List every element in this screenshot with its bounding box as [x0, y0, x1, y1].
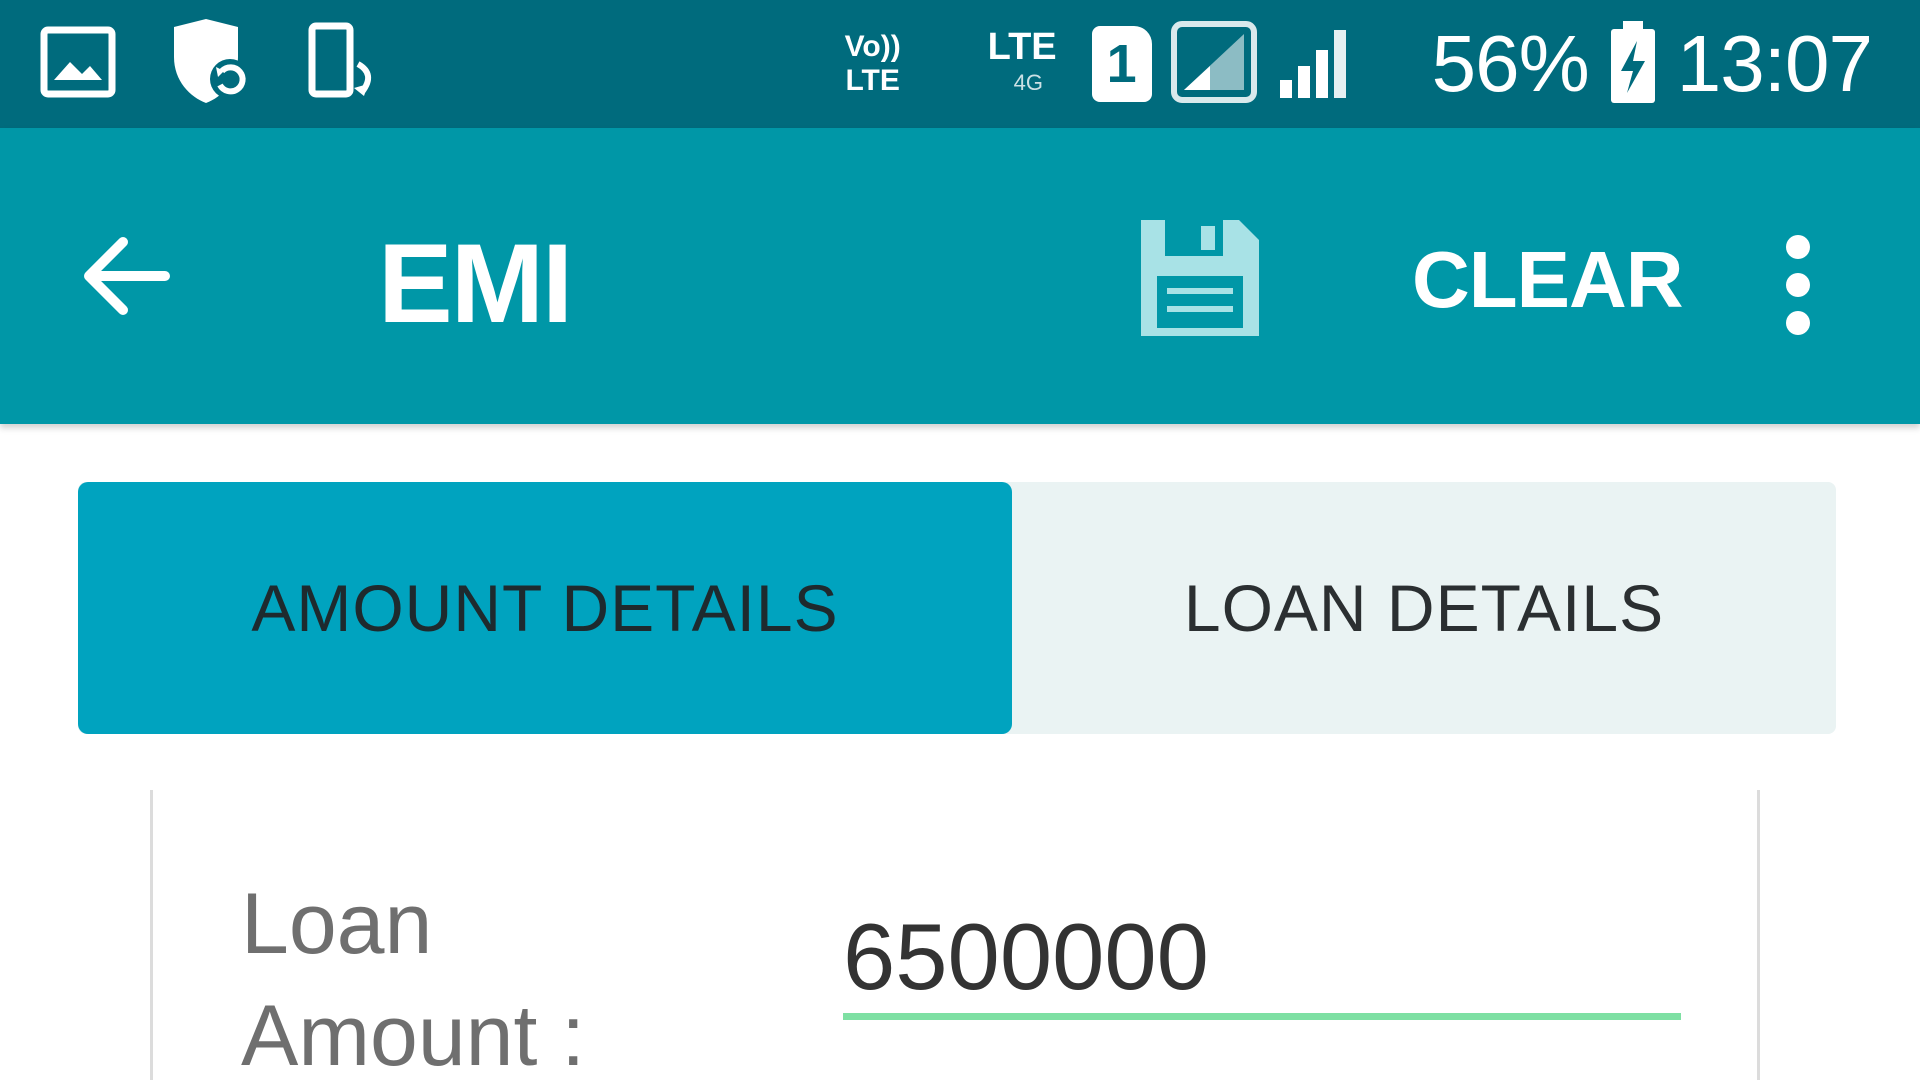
- app-bar: EMI CLEAR: [0, 128, 1920, 424]
- arrow-left-icon: [77, 228, 173, 329]
- shield-icon: [166, 17, 256, 112]
- more-vertical-icon: [1786, 235, 1810, 259]
- loan-amount-label: Loan Amount :: [241, 876, 586, 1084]
- tab-loan-details[interactable]: LOAN DETAILS: [1012, 482, 1836, 734]
- volte-lte-label: LTE: [845, 64, 900, 97]
- lte-label: LTE: [987, 26, 1057, 68]
- volte-label: Vo)): [844, 30, 901, 63]
- save-button[interactable]: [1130, 210, 1270, 350]
- clear-button[interactable]: CLEAR: [1412, 240, 1684, 320]
- amount-details-form: Loan Amount :: [150, 790, 1760, 1084]
- signal-outline-icon: [1170, 20, 1258, 109]
- tab-amount-details[interactable]: AMOUNT DETAILS: [78, 482, 1012, 734]
- clock: 13:07: [1676, 19, 1873, 108]
- system-icons: Vo)) LTE LTE 4G 1 56% 13:07: [834, 18, 1873, 110]
- volte-indicator: Vo)) LTE: [834, 30, 912, 98]
- signal-bars-icon: [1276, 22, 1356, 107]
- back-button[interactable]: [70, 223, 180, 333]
- floppy-disk-icon: [1135, 214, 1265, 347]
- sim-badge: 1: [1091, 26, 1152, 102]
- notification-icons: [40, 18, 382, 107]
- battery-percent: 56%: [1431, 19, 1590, 108]
- loan-amount-input[interactable]: [843, 900, 1681, 1020]
- network-type-label: 4G: [1013, 70, 1044, 95]
- gallery-icon: [40, 26, 116, 103]
- overflow-menu-button[interactable]: [1760, 220, 1836, 350]
- lte-indicator: LTE 4G: [988, 24, 1074, 104]
- battery-charging-icon: [1607, 19, 1659, 110]
- tab-bar: AMOUNT DETAILS LOAN DETAILS: [78, 482, 1836, 734]
- status-bar: Vo)) LTE LTE 4G 1 56% 13:07: [0, 0, 1920, 128]
- phone-rotate-icon: [306, 22, 382, 107]
- page-title: EMI: [378, 221, 573, 346]
